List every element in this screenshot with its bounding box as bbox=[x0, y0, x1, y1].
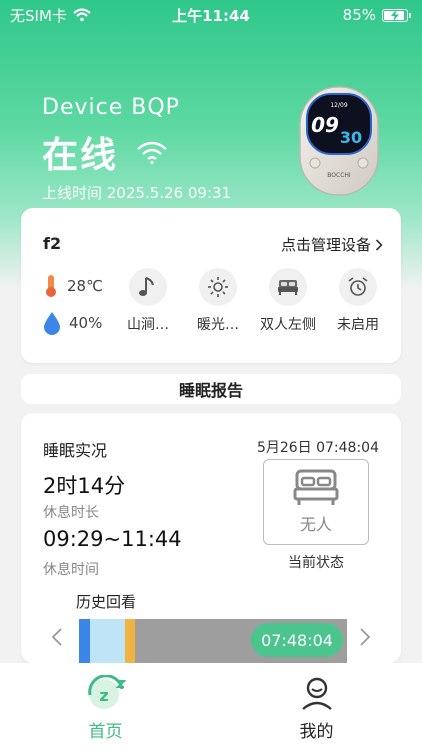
sleep-report-label: 睡眠报告 bbox=[178, 381, 243, 400]
mode-light[interactable]: 暖光… bbox=[186, 268, 250, 334]
alarm-clock-icon bbox=[348, 277, 368, 296]
online-status: 在线 bbox=[42, 135, 119, 176]
tab-mine-label: 我的 bbox=[299, 722, 334, 742]
device-image: 12/09 09 30 BOCCHI bbox=[299, 86, 379, 196]
thermometer-icon bbox=[46, 275, 56, 297]
charging-bolt-icon bbox=[391, 9, 399, 21]
mode-light-label: 暖光… bbox=[197, 317, 239, 333]
mode-sound-circle bbox=[129, 268, 167, 306]
sleep-datetime: 5月26日 07:48:04 bbox=[256, 440, 379, 456]
device-card: f2 点击管理设备 28℃ 40% 山涧… 暖光… 双人左侧 未启用 bbox=[21, 208, 401, 363]
sleep-report-button[interactable]: 睡眠报告 bbox=[21, 374, 401, 404]
svg-text:z: z bbox=[99, 686, 108, 705]
clock-time: 上午11:44 bbox=[172, 6, 250, 25]
current-state-box: 无人 bbox=[263, 459, 369, 545]
temperature-value: 28℃ bbox=[67, 277, 103, 295]
timeline-segment bbox=[79, 619, 90, 663]
mode-bed-circle bbox=[269, 268, 307, 306]
device-brand: BOCCHI bbox=[327, 172, 351, 179]
humidity-reading: 40% bbox=[43, 311, 102, 335]
mode-alarm-circle bbox=[339, 268, 377, 306]
music-note-icon bbox=[139, 277, 154, 296]
home-sleep-icon: z bbox=[87, 675, 126, 709]
temperature-reading: 28℃ bbox=[43, 274, 103, 298]
tab-mine[interactable]: 我的 bbox=[211, 663, 422, 750]
chevron-right-icon bbox=[375, 238, 383, 251]
device-screen-date: 12/09 bbox=[330, 102, 347, 109]
mode-alarm[interactable]: 未启用 bbox=[326, 268, 390, 334]
bed-icon bbox=[278, 280, 298, 295]
battery-icon bbox=[382, 8, 411, 22]
online-since-text: 上线时间 2025.5.26 09:31 bbox=[42, 184, 232, 202]
timeline-segment bbox=[89, 619, 125, 663]
empty-bed-icon bbox=[293, 469, 339, 505]
chevron-right-icon bbox=[360, 628, 371, 646]
mode-bed-label: 双人左侧 bbox=[260, 317, 316, 333]
sleep-time-range: 09:29~11:44 bbox=[43, 527, 182, 551]
device-screen-minute: 30 bbox=[340, 128, 362, 147]
current-state-value: 无人 bbox=[299, 515, 332, 534]
device-name: Device BQP bbox=[42, 95, 180, 120]
mode-bed-side[interactable]: 双人左侧 bbox=[256, 268, 320, 334]
humidity-value: 40% bbox=[69, 314, 103, 332]
sleep-duration: 2时14分 bbox=[43, 474, 126, 498]
device-card-title: f2 bbox=[43, 234, 62, 253]
sleep-time-range-label: 休息时间 bbox=[43, 562, 99, 578]
profile-icon bbox=[301, 677, 332, 710]
manage-device-link[interactable]: 点击管理设备 bbox=[281, 234, 383, 255]
status-bar: 无SIM卡 上午11:44 85% bbox=[0, 0, 422, 30]
timeline-current-time: 07:48:04 bbox=[251, 623, 343, 657]
tab-home-label: 首页 bbox=[88, 722, 123, 742]
sleep-card: 睡眠实况 5月26日 07:48:04 2时14分 休息时长 09:29~11:… bbox=[21, 413, 401, 663]
water-drop-icon bbox=[44, 312, 60, 335]
online-status-row: 在线 bbox=[42, 126, 168, 178]
sleep-duration-label: 休息时长 bbox=[43, 505, 99, 521]
tab-bar: z 首页 我的 bbox=[0, 663, 422, 750]
mode-sound[interactable]: 山涧… bbox=[116, 268, 180, 334]
sun-icon bbox=[208, 277, 228, 297]
mode-sound-label: 山涧… bbox=[127, 317, 169, 333]
timeline-next-button[interactable] bbox=[359, 627, 371, 653]
mode-list: 山涧… 暖光… 双人左侧 未启用 bbox=[116, 268, 390, 334]
manage-device-label: 点击管理设备 bbox=[280, 236, 371, 254]
timeline-segment bbox=[124, 619, 136, 663]
timeline-prev-button[interactable] bbox=[51, 627, 63, 653]
sleep-card-title: 睡眠实况 bbox=[43, 441, 108, 460]
current-state-label: 当前状态 bbox=[288, 555, 344, 571]
device-screen-hour: 09 bbox=[311, 113, 339, 137]
signal-wifi-icon bbox=[137, 141, 167, 164]
history-label: 历史回看 bbox=[76, 593, 137, 611]
mode-light-circle bbox=[199, 268, 237, 306]
tab-home[interactable]: z 首页 bbox=[0, 663, 211, 750]
mode-alarm-label: 未启用 bbox=[337, 317, 379, 333]
chevron-left-icon bbox=[51, 628, 62, 646]
